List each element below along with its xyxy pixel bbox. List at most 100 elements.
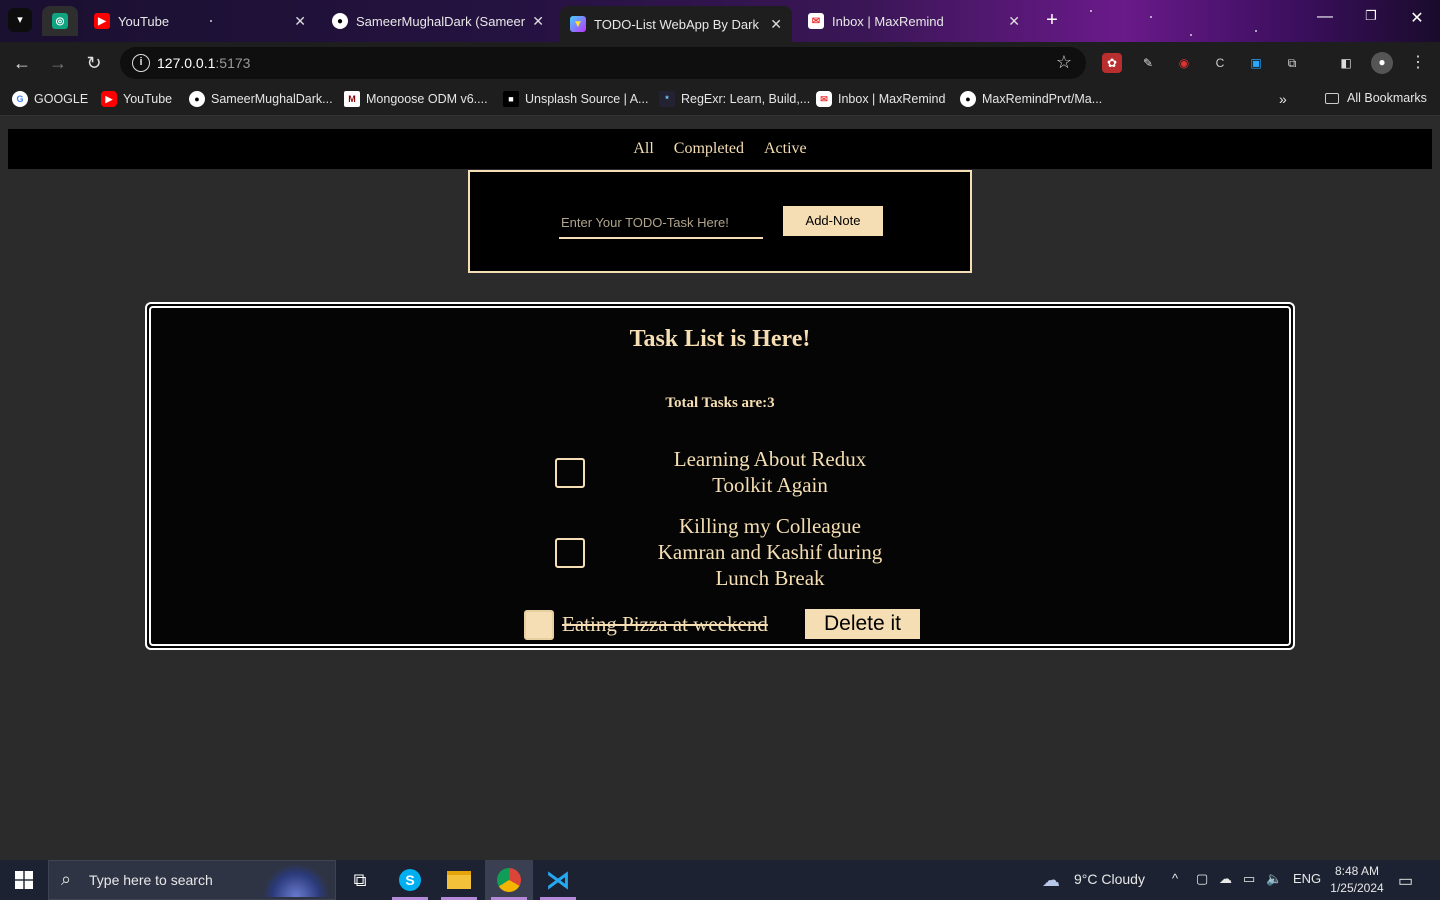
task-text: Killing my Colleague Kamran and Kashif d… xyxy=(657,514,883,590)
onedrive-icon[interactable]: ☁ xyxy=(1219,871,1232,887)
taskbar-search-box[interactable]: ⌕ Type here to search xyxy=(48,860,336,900)
maxremind-icon: ✉ xyxy=(808,13,824,29)
task-list-panel: Task List is Here! Total Tasks are:3 Lea… xyxy=(145,302,1295,650)
extension-icon[interactable]: C xyxy=(1210,53,1230,73)
system-clock[interactable]: 8:48 AM 1/25/2024 xyxy=(1324,863,1390,897)
decorative-star xyxy=(1090,10,1092,12)
decorative-star xyxy=(1255,30,1257,32)
all-bookmarks-label: All Bookmarks xyxy=(1347,91,1427,105)
weather-text[interactable]: 9°C Cloudy xyxy=(1074,871,1145,887)
tab-search-button[interactable]: ▾ xyxy=(8,8,32,32)
task-checkbox[interactable] xyxy=(555,538,585,568)
network-icon[interactable]: ▭ xyxy=(1243,871,1255,887)
clock-date: 1/25/2024 xyxy=(1330,881,1384,895)
task-checkbox-checked[interactable] xyxy=(524,610,554,640)
search-icon: ⌕ xyxy=(61,869,72,889)
new-tab-button[interactable]: + xyxy=(1040,9,1064,33)
url-text[interactable]: 127.0.0.1:5173 xyxy=(157,55,250,71)
eye-off-icon[interactable]: ◉ xyxy=(1174,53,1194,73)
taskbar-file-explorer[interactable] xyxy=(435,860,483,900)
extension-icon[interactable]: ✿ xyxy=(1102,53,1122,73)
taskbar-vscode[interactable]: ⋊ xyxy=(534,860,582,900)
tab-youtube[interactable]: ▶ YouTube ✕ xyxy=(84,6,316,36)
tab-todo-app[interactable]: ▼ TODO-List WebApp By Dark ✕ xyxy=(560,6,792,42)
close-window-button[interactable]: ✕ xyxy=(1394,8,1440,28)
address-bar[interactable]: i 127.0.0.1:5173 ☆ xyxy=(120,47,1086,79)
tab-chatgpt[interactable]: ◎ xyxy=(42,6,78,36)
filter-all-link[interactable]: All xyxy=(633,140,653,158)
extension-icon[interactable]: ▣ xyxy=(1246,53,1266,73)
task-text: Learning About Redux Toolkit Again xyxy=(673,447,867,497)
tab-label: TODO-List WebApp By Dark xyxy=(594,16,759,32)
clock-time: 8:48 AM xyxy=(1334,864,1380,878)
add-task-form: Add-Note xyxy=(468,170,972,273)
vscode-icon: ⋊ xyxy=(546,866,570,894)
delete-task-button[interactable]: Delete it xyxy=(805,609,920,639)
tray-app-icon[interactable]: ▢ xyxy=(1196,871,1208,887)
puzzle-icon[interactable]: ⧉ xyxy=(1282,53,1302,73)
chrome-icon xyxy=(497,868,521,892)
taskbar-chrome[interactable] xyxy=(485,860,533,900)
reload-button[interactable]: ↻ xyxy=(81,51,107,75)
bookmark-label: Inbox | MaxRemind xyxy=(838,92,946,106)
tab-label: Inbox | MaxRemind xyxy=(832,13,944,29)
forward-button[interactable]: → xyxy=(45,51,71,75)
google-icon: G xyxy=(12,91,28,107)
bookmark-mongoose[interactable]: M Mongoose ODM v6.... xyxy=(344,91,488,107)
taskbar-skype[interactable]: S xyxy=(386,860,434,900)
bookmark-label: Unsplash Source | A... xyxy=(525,92,649,106)
filter-completed-link[interactable]: Completed xyxy=(674,140,744,158)
bookmark-github-sameer[interactable]: ● SameerMughalDark... xyxy=(189,91,333,107)
menu-kebab-icon[interactable]: ⋮ xyxy=(1408,53,1428,73)
bookmark-label: MaxRemindPrvt/Ma... xyxy=(982,92,1103,106)
github-icon: ● xyxy=(960,91,976,107)
task-view-icon[interactable]: ⧉ xyxy=(336,860,384,900)
more-bookmarks-icon[interactable]: » xyxy=(1279,91,1287,107)
minimize-button[interactable]: — xyxy=(1302,8,1348,26)
bookmark-youtube[interactable]: ▶ YouTube xyxy=(101,91,172,107)
restore-button[interactable]: ❐ xyxy=(1348,8,1394,24)
windows-taskbar: ⌕ Type here to search ⧉ S ⋊ ☁ 9°C Cloudy… xyxy=(0,860,1440,900)
close-icon[interactable]: ✕ xyxy=(294,13,306,30)
github-icon: ● xyxy=(332,13,348,29)
bookmark-label: Mongoose ODM v6.... xyxy=(366,92,488,106)
browser-tab-strip: ▾ ◎ ▶ YouTube ✕ ● SameerMughalDark (Same… xyxy=(0,0,1440,42)
chevron-up-icon[interactable]: ^ xyxy=(1172,871,1178,886)
language-indicator[interactable]: ENG xyxy=(1293,871,1321,886)
bookmark-unsplash[interactable]: ■ Unsplash Source | A... xyxy=(503,91,648,107)
unsplash-icon: ■ xyxy=(503,91,519,107)
bookmark-label: RegExr: Learn, Build,... xyxy=(681,92,811,106)
close-icon[interactable]: ✕ xyxy=(1008,13,1020,30)
bookmark-regexr[interactable]: * RegExr: Learn, Build,... xyxy=(659,91,810,107)
tab-maxremind[interactable]: ✉ Inbox | MaxRemind ✕ xyxy=(798,6,1030,36)
filter-active-link[interactable]: Active xyxy=(764,140,807,158)
profile-avatar[interactable]: ● xyxy=(1371,52,1393,74)
all-bookmarks-button[interactable]: All Bookmarks xyxy=(1325,91,1427,105)
start-button[interactable] xyxy=(0,860,48,900)
add-note-button[interactable]: Add-Note xyxy=(783,206,883,236)
back-button[interactable]: ← xyxy=(9,51,35,75)
folder-icon xyxy=(447,871,471,889)
color-picker-icon[interactable]: ✎ xyxy=(1138,53,1158,73)
bookmark-github-maxremind[interactable]: ● MaxRemindPrvt/Ma... xyxy=(960,91,1102,107)
tab-label: SameerMughalDark (Sameer Al xyxy=(356,13,527,29)
task-checkbox[interactable] xyxy=(555,458,585,488)
bookmark-star-icon[interactable]: ☆ xyxy=(1056,52,1072,73)
volume-icon[interactable]: 🔈 xyxy=(1266,871,1282,887)
notifications-icon[interactable]: ▭ xyxy=(1398,871,1413,891)
task-input[interactable] xyxy=(559,207,763,239)
total-tasks-count: Total Tasks are:3 xyxy=(665,395,775,411)
youtube-icon: ▶ xyxy=(94,13,110,29)
bookmark-maxremind[interactable]: ✉ Inbox | MaxRemind xyxy=(816,91,945,107)
site-info-icon[interactable]: i xyxy=(132,54,150,72)
chatgpt-icon: ◎ xyxy=(52,13,68,29)
close-icon[interactable]: ✕ xyxy=(770,16,782,33)
cloud-icon: ☁ xyxy=(1042,870,1060,890)
app-page: All Completed Active Add-Note Task List … xyxy=(0,121,1440,860)
side-panel-icon[interactable]: ◧ xyxy=(1336,53,1356,73)
close-icon[interactable]: ✕ xyxy=(532,13,544,30)
task-list-title: Task List is Here! xyxy=(629,326,811,352)
tab-github[interactable]: ● SameerMughalDark (Sameer Al ✕ xyxy=(322,6,554,36)
youtube-icon: ▶ xyxy=(101,91,117,107)
bookmark-google[interactable]: G GOOGLE xyxy=(12,91,88,107)
